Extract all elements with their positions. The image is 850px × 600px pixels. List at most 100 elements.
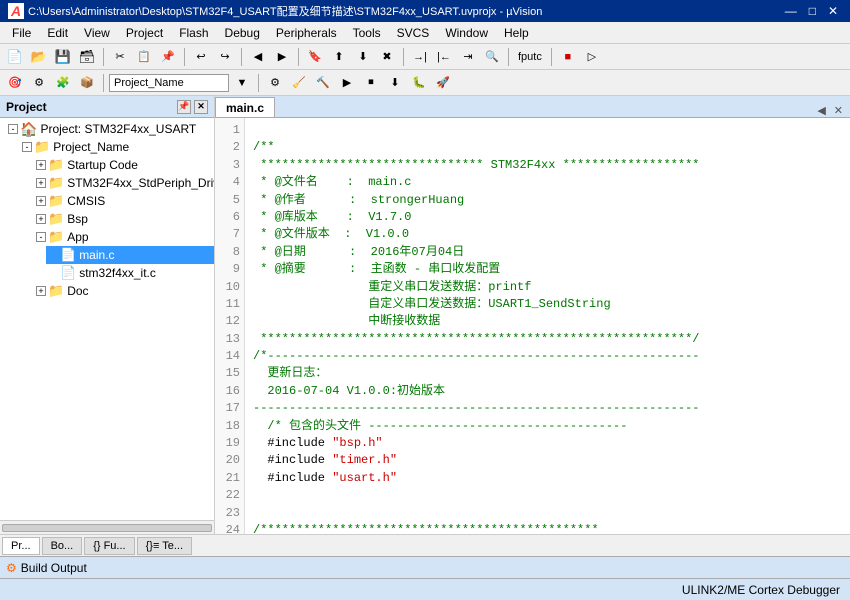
toolbar1: 📄 📂 💾 🗃 ✂ 📋 📌 ↩ ↪ ◀ ▶ 🔖 ⬆ ⬇ ✖ →| |← ⇥ 🔍 … xyxy=(0,44,850,70)
menu-item-svcs[interactable]: SVCS xyxy=(389,24,438,42)
start-debug-button[interactable]: 🐛 xyxy=(408,73,430,93)
folder-icon-app: 📁 xyxy=(48,229,64,245)
menu-item-window[interactable]: Window xyxy=(437,24,496,42)
run-button[interactable]: ▷ xyxy=(581,47,603,67)
line-num: 22 xyxy=(219,487,240,504)
redo-button[interactable]: ↪ xyxy=(214,47,236,67)
manage-button[interactable]: ⚙ xyxy=(28,73,50,93)
menu-item-file[interactable]: File xyxy=(4,24,39,42)
tab-close-button[interactable]: ✕ xyxy=(831,104,846,117)
nav-fwd-button[interactable]: ▶ xyxy=(271,47,293,67)
code-area[interactable]: 1 2 3 4 5 6 7 8 9 10 11 12 13 14 15 16 1… xyxy=(215,118,850,534)
build-button[interactable]: ■ xyxy=(557,47,579,67)
pin-button[interactable]: 📌 xyxy=(177,100,191,114)
fputc-label: fputc xyxy=(518,51,542,63)
options-for-target-button[interactable]: ⚙ xyxy=(264,73,286,93)
unindent-button[interactable]: |← xyxy=(433,47,455,67)
bottom-tab-functions[interactable]: {} Fu... xyxy=(84,537,134,555)
maximize-button[interactable]: □ xyxy=(805,4,820,18)
tree-item-main-c[interactable]: 📄 main.c xyxy=(46,246,214,264)
tree-item-cmsis[interactable]: + 📁 CMSIS xyxy=(32,192,214,210)
folder-icon-cmsis: 📁 xyxy=(48,193,64,209)
clear-bookmarks-button[interactable]: ✖ xyxy=(376,47,398,67)
line-num: 16 xyxy=(219,383,240,400)
tree-item-bsp[interactable]: + 📁 Bsp xyxy=(32,210,214,228)
build-output-label: Build Output xyxy=(21,561,87,575)
close-button[interactable]: ✕ xyxy=(824,4,842,18)
bottom-tab-project[interactable]: Pr... xyxy=(2,537,40,555)
prev-bookmark-button[interactable]: ⬆ xyxy=(328,47,350,67)
line-num: 20 xyxy=(219,452,240,469)
next-bookmark-button[interactable]: ⬇ xyxy=(352,47,374,67)
project-header-buttons: 📌 ✕ xyxy=(177,100,208,114)
new-file-button[interactable]: 📄 xyxy=(4,47,26,67)
stm32-it-label: stm32f4xx_it.c xyxy=(79,266,156,280)
folder-icon-bsp: 📁 xyxy=(48,211,64,227)
file-icon-main: 📄 xyxy=(60,247,76,263)
stdperiph-label: STM32F4xx_StdPeriph_Driv xyxy=(67,176,214,190)
open-button[interactable]: 📂 xyxy=(28,47,50,67)
project-panel-title: Project xyxy=(6,100,47,114)
code-panel: main.c ◀ ✕ 1 2 3 4 5 6 7 8 9 10 11 12 xyxy=(215,96,850,534)
sep5 xyxy=(403,48,404,66)
project-panel: Project 📌 ✕ - 🏠 Project: STM32F4xx_USART… xyxy=(0,96,215,534)
menu-item-help[interactable]: Help xyxy=(496,24,537,42)
nav-back-button[interactable]: ◀ xyxy=(247,47,269,67)
target-options-button[interactable]: 🎯 xyxy=(4,73,26,93)
start-button[interactable]: 🚀 xyxy=(432,73,454,93)
minimize-button[interactable]: — xyxy=(781,4,801,18)
tree-item-stdperiph[interactable]: + 📁 STM32F4xx_StdPeriph_Driv xyxy=(32,174,214,192)
save-button[interactable]: 💾 xyxy=(52,47,74,67)
project-root-label: Project: STM32F4xx_USART xyxy=(40,122,196,136)
file-icon-it: 📄 xyxy=(60,265,76,281)
doc-label: Doc xyxy=(67,284,88,298)
tree-item-root[interactable]: - 🏠 Project: STM32F4xx_USART xyxy=(4,120,214,138)
save-all-button[interactable]: 🗃 xyxy=(76,47,98,67)
app-icon: A xyxy=(8,3,24,19)
project-scrollbar[interactable] xyxy=(0,520,214,534)
menu-item-tools[interactable]: Tools xyxy=(345,24,389,42)
stop-build-button[interactable]: ⏹ xyxy=(360,73,382,93)
expand-icon-startup: + xyxy=(36,160,46,170)
menu-item-peripherals[interactable]: Peripherals xyxy=(268,24,345,42)
tree-item-doc[interactable]: + 📁 Doc xyxy=(32,282,214,300)
tree-item-app[interactable]: - 📁 App xyxy=(32,228,214,246)
project-name-label: Project_Name xyxy=(53,140,129,154)
bottom-tab-books[interactable]: Bo... xyxy=(42,537,83,555)
line-num: 4 xyxy=(219,174,240,191)
project-name-input[interactable] xyxy=(109,74,229,92)
status-bar: ULINK2/ME Cortex Debugger xyxy=(0,578,850,600)
tree-item-project-name[interactable]: - 📁 Project_Name xyxy=(18,138,214,156)
bookmark-button[interactable]: 🔖 xyxy=(304,47,326,67)
build-all-button[interactable]: 🔨 xyxy=(312,73,334,93)
project-select-button[interactable]: ▼ xyxy=(231,73,253,93)
components-button[interactable]: 🧩 xyxy=(52,73,74,93)
menu-item-edit[interactable]: Edit xyxy=(39,24,76,42)
copy-button[interactable]: 📋 xyxy=(133,47,155,67)
bottom-tab-templates[interactable]: {}≡ Te... xyxy=(137,537,192,555)
paste-button[interactable]: 📌 xyxy=(157,47,179,67)
tab-menu-button[interactable]: ◀ xyxy=(814,104,828,117)
sep6 xyxy=(508,48,509,66)
translate-button[interactable]: ▶ xyxy=(336,73,358,93)
menu-item-project[interactable]: Project xyxy=(118,24,171,42)
undo-button[interactable]: ↩ xyxy=(190,47,212,67)
tab-main-c-label: main.c xyxy=(226,101,264,115)
indent-button[interactable]: →| xyxy=(409,47,431,67)
pack-button[interactable]: 📦 xyxy=(76,73,98,93)
cut-button[interactable]: ✂ xyxy=(109,47,131,67)
menu-item-view[interactable]: View xyxy=(76,24,118,42)
indent-all-button[interactable]: ⇥ xyxy=(457,47,479,67)
tree-item-startup[interactable]: + 📁 Startup Code xyxy=(32,156,214,174)
tab-main-c[interactable]: main.c xyxy=(215,97,275,117)
menu-item-debug[interactable]: Debug xyxy=(217,24,268,42)
find-button[interactable]: 🔍 xyxy=(481,47,503,67)
tree-item-stm32-it[interactable]: 📄 stm32f4xx_it.c xyxy=(46,264,214,282)
status-text: ULINK2/ME Cortex Debugger xyxy=(682,583,840,597)
line-num: 23 xyxy=(219,505,240,522)
clean-button[interactable]: 🧹 xyxy=(288,73,310,93)
close-panel-button[interactable]: ✕ xyxy=(194,100,208,114)
menu-item-flash[interactable]: Flash xyxy=(171,24,216,42)
download-button[interactable]: ⬇ xyxy=(384,73,406,93)
folder-icon-doc: 📁 xyxy=(48,283,64,299)
